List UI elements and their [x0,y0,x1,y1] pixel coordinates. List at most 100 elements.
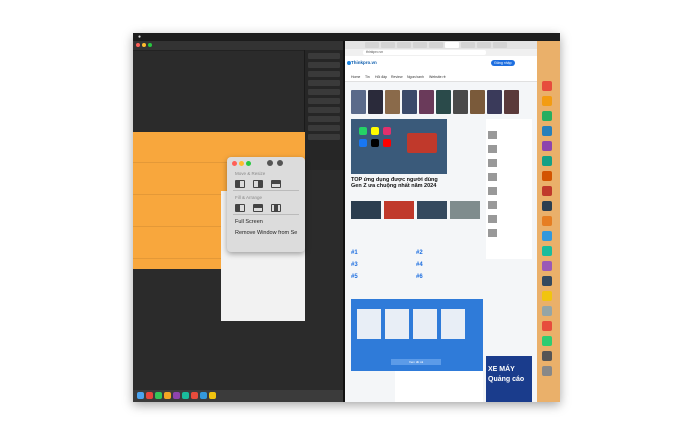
nav-item[interactable]: Website rẻ [429,75,446,79]
dock-app-icon[interactable] [542,336,552,346]
promo-card[interactable] [413,309,437,339]
featured-image[interactable] [351,119,447,174]
dock-app-icon[interactable] [542,111,552,121]
login-button[interactable]: Đăng nhập [491,60,515,66]
list-item[interactable]: #3 [351,262,360,268]
dock-app-icon[interactable] [542,321,552,331]
dock-app-icon[interactable] [542,216,552,226]
window-tile-menu: Move & Resize Fill & Arrange Full Screen… [227,157,305,252]
screenshot-photo: ● Move & Resize Fill & Arrange Full Scre… [133,33,560,402]
featured-title[interactable]: TOP ứng dụng được người dùng Gen Z ưa ch… [351,177,447,189]
share-icon[interactable] [267,160,273,166]
nav-item[interactable]: Home [351,75,360,79]
news-thumb[interactable] [450,201,480,219]
dock [133,390,343,402]
story-card[interactable] [402,90,417,114]
list-item[interactable]: #6 [416,274,425,280]
news-thumb[interactable] [417,201,447,219]
bottom-article[interactable] [395,371,483,402]
news-thumb[interactable] [384,201,414,219]
right-dock [537,41,560,402]
arrange-left-right-button[interactable] [235,204,245,212]
fill-arrange-label: Fill & Arrange [235,195,263,200]
browser-tab[interactable] [365,42,379,48]
story-card[interactable] [368,90,383,114]
nav-item[interactable]: Tin [365,75,370,79]
list-item[interactable]: #2 [416,250,425,256]
minimize-icon[interactable] [142,43,146,47]
site-logo[interactable]: Thinkpro.vn [351,60,377,65]
close-icon[interactable] [232,161,237,166]
browser-tab[interactable] [477,42,491,48]
minimize-icon[interactable] [239,161,244,166]
zoom-icon[interactable] [148,43,152,47]
dock-app-icon[interactable] [542,291,552,301]
promo-card[interactable] [441,309,465,339]
dock-app-icon[interactable] [542,141,552,151]
story-card[interactable] [487,90,502,114]
browser-tab[interactable] [461,42,475,48]
story-card[interactable] [351,90,366,114]
nav-item[interactable]: Ngon/xanh [407,75,424,79]
see-all-button[interactable]: Xem tất cả [391,359,441,365]
browser-tab[interactable] [381,42,395,48]
menu-bar: ● [133,33,560,41]
story-card[interactable] [385,90,400,114]
dock-app-icon[interactable] [542,201,552,211]
move-resize-label: Move & Resize [235,171,266,176]
trash-icon[interactable] [542,366,552,376]
story-card[interactable] [504,90,519,114]
dock-app-icon[interactable] [542,171,552,181]
browser-tab[interactable] [413,42,427,48]
news-thumb[interactable] [351,201,381,219]
dock-app-icon[interactable] [542,306,552,316]
dock-app-icon[interactable] [542,351,552,361]
promo-card[interactable] [357,309,381,339]
browser-tab[interactable] [429,42,443,48]
zoom-icon[interactable] [246,161,251,166]
dock-app-icon[interactable] [542,156,552,166]
ad-banner[interactable]: XE MÁY Quảng cáo [486,356,532,402]
story-card[interactable] [419,90,434,114]
list-item[interactable]: #4 [416,262,425,268]
arrange-thirds-button[interactable] [271,204,281,212]
nav-item[interactable]: Hỏi đáp [375,75,387,79]
dock-app-icon[interactable] [542,186,552,196]
dock-app-icon[interactable] [542,81,552,91]
promo-card[interactable] [385,309,409,339]
dock-app-icon[interactable] [542,276,552,286]
close-icon[interactable] [136,43,140,47]
instagram-icon [383,127,391,135]
story-card[interactable] [453,90,468,114]
dock-app-icon[interactable] [542,126,552,136]
site-header: Thinkpro.vn Đăng nhập [345,56,537,74]
nav-item[interactable]: Review [391,75,402,79]
dock-app-icon[interactable] [542,96,552,106]
tiktok-icon [371,139,379,147]
browser-window: thinkpro.vn Thinkpro.vn Đăng nhập Home T… [345,41,537,402]
browser-tab[interactable] [397,42,411,48]
tile-left-button[interactable] [235,180,245,188]
dock-app-icon[interactable] [542,246,552,256]
tile-top-button[interactable] [271,180,281,188]
tile-right-button[interactable] [253,180,263,188]
list-item[interactable]: #5 [351,274,360,280]
arrange-quarters-button[interactable] [253,204,263,212]
promo-box: Xem tất cả [351,299,483,371]
story-row [351,84,531,114]
browser-tab-active[interactable] [445,42,459,48]
full-screen-item[interactable]: Full Screen [235,219,263,225]
apple-icon[interactable]: ● [138,34,141,40]
dock-app-icon[interactable] [542,261,552,271]
tabs-icon[interactable] [277,160,283,166]
dock-app-icon[interactable] [542,231,552,241]
list-item[interactable]: #1 [351,250,360,256]
youtube-icon [383,139,391,147]
story-card[interactable] [436,90,451,114]
snapchat-icon [371,127,379,135]
inspector-panel [304,50,343,170]
url-field[interactable]: thinkpro.vn [363,50,486,55]
story-card[interactable] [470,90,485,114]
browser-tab[interactable] [493,42,507,48]
remove-window-item[interactable]: Remove Window from Se [235,230,297,236]
